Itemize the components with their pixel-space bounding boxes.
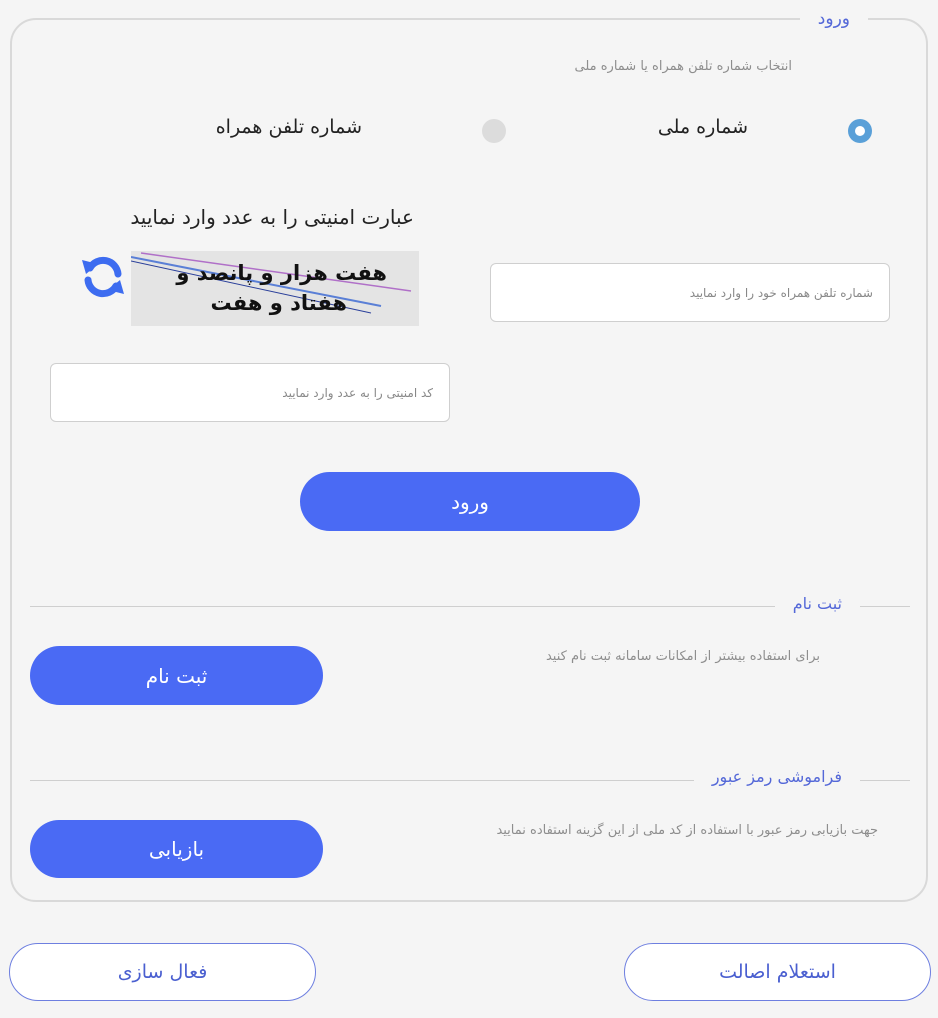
activate-button[interactable]: فعال سازی — [9, 943, 316, 1001]
radio-national-id[interactable] — [848, 119, 872, 143]
captcha-image: هفت هزار و پانصد و هفتاد و هفت — [131, 251, 419, 326]
captcha-title: عبارت امنیتی را به عدد وارد نمایید — [130, 205, 414, 229]
forgot-title: فراموشی رمز عبور — [693, 767, 860, 786]
captcha-text-line2: هفتاد و هفت — [210, 291, 347, 315]
radio-national-id-label[interactable]: شماره ملی — [658, 116, 748, 138]
select-hint: انتخاب شماره تلفن همراه یا شماره ملی — [574, 59, 793, 74]
register-title: ثبت نام — [774, 594, 860, 613]
login-legend: ورود — [799, 7, 868, 31]
captcha-input[interactable] — [50, 363, 450, 422]
login-button[interactable]: ورود — [300, 472, 640, 531]
radio-mobile[interactable] — [482, 119, 506, 143]
radio-mobile-label[interactable]: شماره تلفن همراه — [216, 116, 362, 138]
register-hint: برای استفاده بیشتر از امکانات سامانه ثبت… — [545, 649, 820, 664]
register-button[interactable]: ثبت نام — [30, 646, 323, 705]
mobile-input[interactable] — [490, 263, 890, 322]
captcha-text-line1: هفت هزار و پانصد و — [176, 261, 387, 285]
recover-button[interactable]: بازیابی — [30, 820, 323, 878]
forgot-hint: جهت بازیابی رمز عبور با استفاده از کد مل… — [496, 823, 878, 838]
refresh-icon[interactable] — [80, 254, 126, 300]
inquiry-button[interactable]: استعلام اصالت — [624, 943, 931, 1001]
